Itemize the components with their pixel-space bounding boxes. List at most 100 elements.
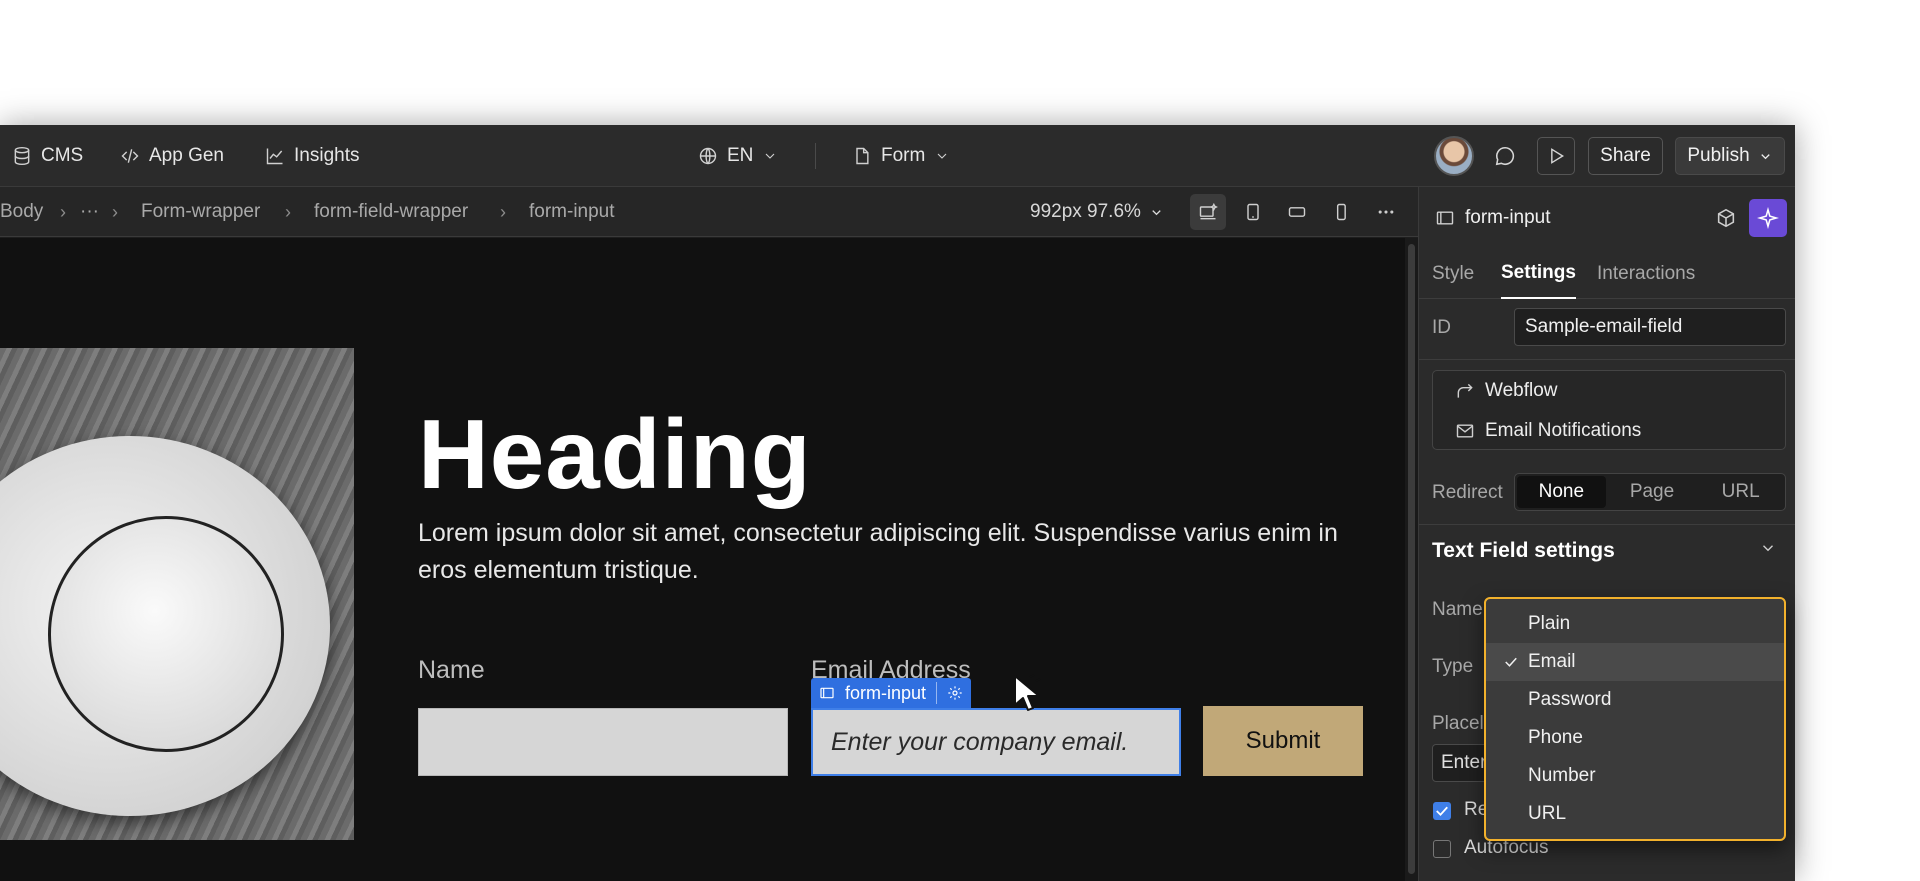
type-option-label: URL <box>1528 803 1567 824</box>
action-webflow[interactable]: Webflow <box>1455 374 1558 408</box>
section-paragraph[interactable]: Lorem ipsum dolor sit amet, consectetur … <box>418 515 1368 589</box>
redirect-url[interactable]: URL <box>1696 474 1785 510</box>
chevron-down-icon <box>1760 153 1770 159</box>
gear-icon[interactable] <box>947 685 963 701</box>
comment-icon <box>1495 146 1515 166</box>
database-icon <box>14 146 30 166</box>
cms-button[interactable]: CMS <box>12 125 83 187</box>
element-box-icon <box>1436 211 1454 225</box>
breadcrumb-more[interactable]: ··· <box>80 187 99 237</box>
locale-selector[interactable]: EN <box>698 125 778 187</box>
name-field-label[interactable]: Name <box>418 656 485 685</box>
autofocus-checkbox[interactable] <box>1433 840 1451 858</box>
preview-button[interactable] <box>1537 137 1575 175</box>
canvas-scrollbar[interactable] <box>1405 238 1418 881</box>
scrollbar-thumb[interactable] <box>1408 244 1415 874</box>
tab-style[interactable]: Style <box>1432 249 1474 299</box>
type-option-password[interactable]: Password <box>1486 681 1784 719</box>
redirect-none[interactable]: None <box>1517 476 1606 508</box>
cursor-icon <box>1014 674 1042 711</box>
page-icon <box>856 147 869 165</box>
email-input[interactable]: Enter your company email. <box>811 708 1181 776</box>
desktop-breakpoint-button[interactable] <box>1190 194 1226 230</box>
top-toolbar: CMS App Gen Insights EN Form Share Publi… <box>0 125 1795 187</box>
id-label: ID <box>1432 317 1451 338</box>
tablet-icon <box>1247 203 1259 221</box>
placeholder-value: Enter <box>1441 752 1487 773</box>
mobile-landscape-icon <box>1288 207 1306 217</box>
chevron-right-icon: › <box>112 201 118 222</box>
envelope-icon <box>1456 424 1474 438</box>
more-horizontal-icon <box>1378 210 1394 214</box>
design-canvas[interactable]: Heading Lorem ipsum dolor sit amet, cons… <box>0 238 1405 881</box>
comments-button[interactable] <box>1487 137 1523 175</box>
type-option-label: Password <box>1528 689 1612 710</box>
name-setting-label: Name <box>1432 599 1483 620</box>
type-option-label: Number <box>1528 765 1596 786</box>
page-selector[interactable]: Form <box>852 125 950 187</box>
checkmark-icon <box>1436 806 1448 817</box>
name-input[interactable] <box>418 708 788 776</box>
type-option-number[interactable]: Number <box>1486 757 1784 795</box>
panel-tabs: Style Settings Interactions <box>1419 249 1795 299</box>
required-checkbox[interactable] <box>1433 802 1451 820</box>
app-gen-button[interactable]: App Gen <box>120 125 224 187</box>
breadcrumb-form-input[interactable]: form-input <box>529 187 615 237</box>
more-options-button[interactable] <box>1368 194 1404 230</box>
redirect-page[interactable]: Page <box>1608 474 1697 510</box>
plate-inner <box>48 516 284 752</box>
locale-label: EN <box>727 145 754 166</box>
mobile-portrait-breakpoint-button[interactable] <box>1323 194 1359 230</box>
collapse-section-button[interactable] <box>1759 539 1779 561</box>
selection-tag[interactable]: form-input <box>811 678 972 708</box>
cube-plus-icon <box>1717 208 1735 228</box>
text-field-settings-title[interactable]: Text Field settings <box>1432 539 1615 563</box>
submit-button[interactable]: Submit <box>1203 706 1363 776</box>
chevron-down-icon <box>1152 209 1161 215</box>
ai-assistant-button[interactable] <box>1749 199 1787 237</box>
action-email-notifications[interactable]: Email Notifications <box>1455 414 1641 448</box>
type-option-plain[interactable]: Plain <box>1486 605 1784 643</box>
checkmark-icon <box>1502 653 1520 671</box>
breadcrumb-form-wrapper[interactable]: Form-wrapper <box>141 187 260 237</box>
breadcrumb-body[interactable]: Body <box>0 187 43 237</box>
breadcrumb-form-field-wrapper[interactable]: form-field-wrapper <box>314 187 468 237</box>
page-label: Form <box>881 145 926 166</box>
type-option-email[interactable]: Email <box>1486 643 1784 681</box>
tab-interactions[interactable]: Interactions <box>1597 249 1695 299</box>
desktop-icon <box>1199 202 1218 220</box>
publish-button[interactable]: Publish <box>1675 137 1785 175</box>
mobile-landscape-breakpoint-button[interactable] <box>1279 194 1315 230</box>
globe-icon <box>699 147 717 165</box>
id-field[interactable]: Sample-email-field <box>1514 308 1786 346</box>
section-heading[interactable]: Heading <box>418 405 812 503</box>
breadcrumb-bar: Body › ··· › Form-wrapper › form-field-w… <box>0 187 1418 237</box>
tab-settings[interactable]: Settings <box>1501 249 1576 299</box>
user-avatar[interactable] <box>1434 136 1474 176</box>
chevron-down-icon <box>937 153 947 159</box>
type-option-url[interactable]: URL <box>1486 795 1784 833</box>
selection-tag-label: form-input <box>845 682 927 703</box>
component-button[interactable] <box>1711 199 1741 237</box>
id-value: Sample-email-field <box>1525 316 1683 337</box>
email-input-placeholder: Enter your company email. <box>831 727 1129 756</box>
viewport-size-selector[interactable]: 992px 97.6% <box>1030 187 1164 237</box>
tablet-breakpoint-button[interactable] <box>1235 194 1271 230</box>
action-email-label: Email Notifications <box>1485 420 1642 441</box>
mobile-portrait-icon <box>1336 203 1346 221</box>
play-icon <box>1551 148 1565 164</box>
chevron-right-icon: › <box>285 201 291 222</box>
type-option-phone[interactable]: Phone <box>1486 719 1784 757</box>
insights-button[interactable]: Insights <box>265 125 359 187</box>
plate-image[interactable] <box>0 348 354 840</box>
type-setting-label: Type <box>1432 656 1474 677</box>
element-box-icon <box>820 687 834 699</box>
chevron-right-icon: › <box>60 201 66 222</box>
placeholder-setting-label: Placel <box>1432 713 1484 734</box>
redirect-arrow-icon <box>1457 383 1473 398</box>
app-gen-label: App Gen <box>149 145 224 166</box>
share-button[interactable]: Share <box>1588 137 1663 175</box>
insights-label: Insights <box>294 145 360 166</box>
share-label: Share <box>1600 145 1651 166</box>
type-option-label: Phone <box>1528 727 1583 748</box>
